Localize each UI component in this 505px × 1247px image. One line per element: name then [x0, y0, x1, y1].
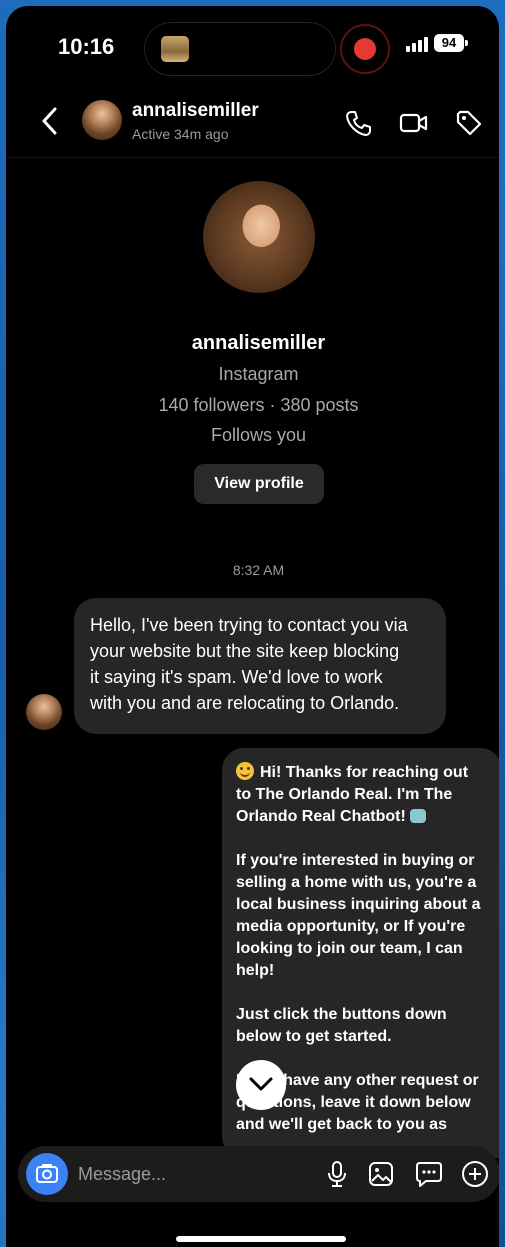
message-input[interactable]: [78, 1158, 298, 1190]
status-time: 10:16: [58, 34, 115, 59]
screen-recording-indicator[interactable]: [340, 24, 390, 74]
phone-icon[interactable]: [344, 108, 374, 138]
chevron-down-icon: [249, 1077, 273, 1091]
active-status: Active 34m ago: [132, 126, 229, 142]
camera-icon: [36, 1164, 58, 1183]
media-thumbnail-icon: [161, 36, 189, 62]
profile-stats: 140 followers · 380 posts: [158, 395, 359, 415]
smile-emoji-icon: [236, 762, 254, 780]
chat-header: annalisemiller Active 34m ago: [6, 94, 499, 158]
tag-icon[interactable]: [454, 108, 484, 138]
back-icon[interactable]: [40, 106, 58, 142]
incoming-message[interactable]: Hello, I've been trying to contact you v…: [74, 598, 446, 734]
gallery-icon[interactable]: [366, 1159, 396, 1189]
robot-emoji-icon: [409, 809, 426, 823]
microphone-icon[interactable]: [322, 1159, 352, 1189]
profile-relation: Follows you: [210, 425, 307, 445]
message-timestamp: 8:32 AM: [232, 562, 285, 578]
add-icon[interactable]: [460, 1159, 490, 1189]
avatar[interactable]: [82, 100, 122, 140]
view-profile-button[interactable]: View profile: [194, 464, 324, 504]
scroll-to-bottom-button[interactable]: [236, 1060, 286, 1110]
contact-name[interactable]: annalisemiller: [132, 100, 259, 122]
message-paragraph: Hi! Thanks for reaching out to The Orlan…: [236, 764, 469, 825]
battery-nub: [465, 40, 468, 46]
message-composer: [18, 1146, 499, 1202]
message-paragraph: If you're interested in buying or sellin…: [236, 852, 481, 979]
video-icon[interactable]: [398, 108, 428, 138]
record-icon: [354, 38, 376, 60]
battery-icon: 94: [434, 34, 464, 52]
status-bar: 10:16 94: [6, 6, 499, 94]
home-indicator[interactable]: [176, 1236, 346, 1242]
message-paragraph: Just click the buttons down below to get…: [236, 1006, 447, 1045]
profile-platform: Instagram: [218, 364, 299, 384]
profile-name: annalisemiller: [191, 332, 326, 354]
sender-avatar[interactable]: [26, 694, 62, 730]
dynamic-island[interactable]: [144, 22, 336, 76]
profile-avatar[interactable]: [203, 181, 315, 293]
signal-icon: [406, 36, 430, 52]
phone-screen: 10:16 94 annalisemiller Active 34m ago a…: [6, 6, 499, 1247]
sticker-icon[interactable]: [414, 1159, 444, 1189]
camera-button[interactable]: [26, 1153, 68, 1195]
